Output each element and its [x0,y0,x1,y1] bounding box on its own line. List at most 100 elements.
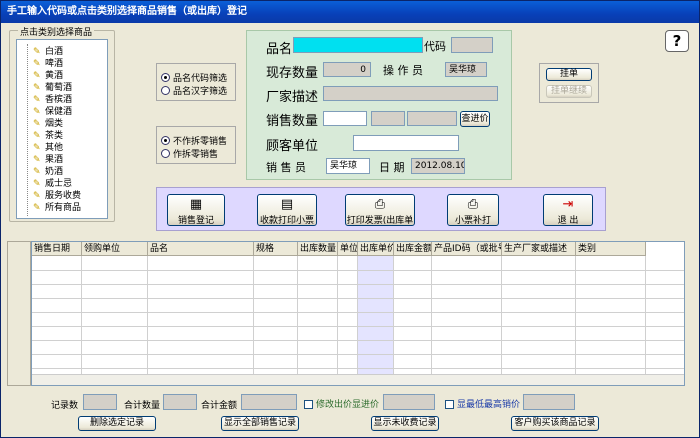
column-header[interactable]: 出库金额 [394,242,432,256]
radio-chinese-filter[interactable]: 品名汉字筛选 [161,84,227,97]
pencil-icon: ✎ [33,203,41,213]
customer-label: 顾客单位 [266,139,319,154]
radio-label: 品名汉字筛选 [173,87,228,97]
table-row [32,326,684,327]
tree-item[interactable]: ✎ 葡萄酒 [17,80,72,93]
exit-button[interactable]: ⇥ 退 出 [543,194,593,226]
radio-dot [161,149,170,158]
edit-price-field [383,394,435,410]
button-label: 打印发票(出库单 [346,216,414,226]
printer-icon: ⎙ [467,197,479,212]
customer-input[interactable] [353,135,459,151]
column-header[interactable]: 单位 [338,242,358,256]
grid-column [32,256,82,374]
column-header[interactable]: 产品ID码（或批号） [432,242,502,256]
record-count-label: 记录数 [51,401,79,411]
window-title: 手工输入代码或点击类别选择商品销售（或出库）登记 [7,6,247,17]
delete-selected-button[interactable]: 删除选定记录 [78,416,156,431]
radio-dot [161,73,170,82]
seller-label: 销 售 员 [266,161,306,174]
grid-column [148,256,254,374]
exit-icon: ⇥ [562,197,574,212]
print-receipt-button[interactable]: ▤ 收款打印小票 [257,194,317,226]
category-group-label: 点击类别选择商品 [18,25,95,38]
button-label: 销售登记 [177,216,214,226]
resume-button[interactable]: 挂单继续 [546,85,592,98]
desc-label: 厂家描述 [266,90,319,105]
total-qty-label: 合计数量 [124,401,161,411]
tree-item[interactable]: ✎ 奶酒 [17,164,63,177]
tree-item-label: 所有商品 [45,203,82,213]
tree-item[interactable]: ✎ 所有商品 [17,200,82,213]
total-qty-field [163,394,197,410]
button-label: 小票补打 [454,216,491,226]
column-header[interactable]: 类别 [576,242,646,256]
radio-label: 作拆零销售 [173,150,219,160]
tree-item[interactable]: ✎ 服务收费 [17,188,81,201]
grid-column [432,256,502,374]
checkbox-box [304,400,313,409]
check-price-button[interactable]: 查进价 [460,111,490,127]
tree-item[interactable]: ✎ 威士忌 [17,176,72,189]
total-amount-field [241,394,297,410]
reprint-button[interactable]: ⎙ 小票补打 [447,194,499,226]
cash-icon: ▤ [280,197,294,212]
hang-button[interactable]: 挂单 [546,68,592,81]
print-invoice-button[interactable]: ⎙ 打印发票(出库单 [345,194,415,226]
column-header[interactable]: 出库单价 [358,242,394,256]
row-header [7,241,31,386]
tree-item[interactable]: ✎ 黄酒 [17,68,63,81]
code-input[interactable] [451,37,493,53]
checkbox-label: 显最低最高销价 [457,400,521,410]
column-header[interactable]: 销售日期 [32,242,82,256]
column-header[interactable]: 品名 [148,242,254,256]
column-header[interactable]: 领购单位 [82,242,148,256]
tree-item[interactable]: ✎ 烟类 [17,116,63,129]
horizontal-scrollbar[interactable] [32,374,684,385]
checkbox-box [445,400,454,409]
price-field-2[interactable] [407,111,457,126]
radio-no-split[interactable]: 不作拆零销售 [161,134,227,147]
tree-item[interactable]: ✎ 茶类 [17,128,63,141]
code-label: 代码 [424,40,446,53]
checkbox-min-max-price[interactable]: 显最低最高销价 [445,397,520,410]
column-header[interactable]: 规格 [254,242,298,256]
category-tree[interactable]: ✎ 白酒 ✎ 啤酒 ✎ 黄酒 ✎ 葡萄酒 ✎ 香槟酒 ✎ 保健酒 ✎ 烟类 ✎ 茶类 ✎ 其他 ✎ 果酒 ✎ 奶酒 ✎ 威士忌… [16,39,108,219]
operator-label: 操 作 员 [383,64,423,77]
tree-item[interactable]: ✎ 香槟酒 [17,92,72,105]
total-amount-label: 合计金额 [201,401,238,411]
tree-item[interactable]: ✎ 白酒 [17,44,63,57]
qty-input[interactable] [323,111,367,126]
column-header[interactable]: 出库数量 [298,242,338,256]
sales-grid[interactable]: 销售日期领购单位品名规格出库数量单位出库单价出库金额产品ID码（或批号）生产厂家… [31,241,685,386]
desc-input[interactable] [323,86,498,101]
grid-column [338,256,358,374]
name-label: 品名 [266,42,293,57]
tree-item[interactable]: ✎ 啤酒 [17,56,63,69]
grid-column [502,256,576,374]
operator-value: 吴华琼 [445,62,487,77]
table-row [32,340,684,341]
tree-item[interactable]: ✎ 果酒 [17,152,63,165]
min-max-price-field [523,394,575,410]
name-input[interactable] [293,37,423,53]
radio-code-filter[interactable]: 品名代码筛选 [161,71,227,84]
radio-split[interactable]: 作拆零销售 [161,147,218,160]
tree-item[interactable]: ✎ 其他 [17,140,63,153]
price-field-1[interactable] [371,111,405,126]
table-row [32,312,684,313]
sales-register-button[interactable]: ▦ 销售登记 [167,194,225,226]
tree-item[interactable]: ✎ 保健酒 [17,104,72,117]
customer-purchases-button[interactable]: 客户购买该商品记录 [511,416,599,431]
checkbox-edit-price[interactable]: 修改出价显进价 [304,397,379,410]
column-header[interactable]: 生产厂家或描述 [502,242,576,256]
table-row [32,354,684,355]
radio-dot [161,136,170,145]
date-input[interactable]: 2012.08.10 [411,158,465,174]
show-all-sales-button[interactable]: 显示全部销售记录 [221,416,299,431]
grid-column [82,256,148,374]
radio-label: 不作拆零销售 [173,137,228,147]
show-unpaid-button[interactable]: 显示未收费记录 [371,416,439,431]
help-icon[interactable]: ? [665,30,689,52]
seller-input[interactable]: 吴华琼 [326,158,370,174]
